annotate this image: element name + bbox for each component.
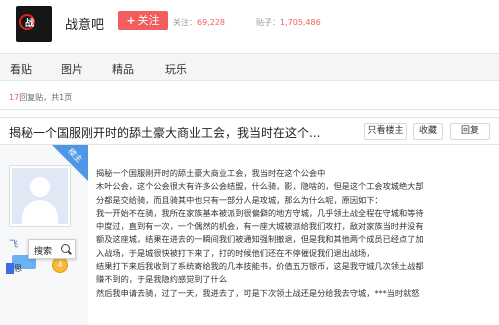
forum-nav: 看贴 图片 精品 玩乐 <box>0 53 499 81</box>
search-popup[interactable]: 搜索 <box>28 239 76 259</box>
divider <box>0 109 499 110</box>
followers-stat: 关注：69,228 <box>173 17 225 28</box>
author-badge: 楼主 <box>52 145 88 181</box>
post-line: 额及这座城，结果在进去的一瞬间我们被通知强制撤退，但是我和其他两个成员已经点了加 <box>96 234 424 245</box>
reply-count-text: 回复贴，共1页 <box>19 93 73 102</box>
post-line: 然后我申请去骑，过了一天，我进去了，可是下次领土战还是分给我去守城，***当时就… <box>96 287 420 298</box>
nav-item-posts[interactable]: 看贴 <box>10 61 32 77</box>
collect-button[interactable]: 收藏 <box>413 123 443 140</box>
post-content: 揭秘一个国服刚开时的舔土豪大商业工会，我当时在这个公会中 木叶公会，这个公会很大… <box>96 167 496 300</box>
page: 战 战意吧 + 关注 关注：69,228 贴子：1,705,486 看贴 图片 精… <box>0 0 499 325</box>
plus-icon: + <box>126 14 136 27</box>
post-line: 结果打下来后我收到了系统寄给我的几本技能书，价值五万银币，这是我守城几次领土战都 <box>96 261 424 272</box>
post-line: 揭秘一个国服刚开时的舔土豪大商业工会，我当时在这个公会中 <box>96 168 326 178</box>
nav-item-images[interactable]: 图片 <box>61 61 83 77</box>
post-title-bar: 揭秘一个国服刚开时的舔土豪大商业工会，我当时在这个... 只看楼主 收藏 回复 <box>0 117 499 145</box>
follow-button[interactable]: + 关注 <box>118 11 168 30</box>
forum-name[interactable]: 战意吧 <box>65 14 104 33</box>
post-title: 揭秘一个国服刚开时的舔土豪大商业工会，我当时在这个... <box>9 126 321 140</box>
followers-value: 69,228 <box>197 18 225 27</box>
selected-text: 思 <box>14 264 22 273</box>
avatar-head <box>30 177 50 197</box>
follow-label: 关注 <box>137 14 160 27</box>
only-author-button[interactable]: 只看楼主 <box>364 123 407 140</box>
search-popup-label: 搜索 <box>34 247 53 257</box>
level-badge: 4 <box>52 257 68 273</box>
post-line: 入战场，于是城很快被打下来了，打的时候他们还在不停催促我们退出战场， <box>96 247 375 258</box>
post-line: 木叶公会，这个公会很大有许多公会结盟，什么骑，影，隐啥的，但是这个工会攻城绝大部 <box>96 181 424 192</box>
author-panel: 楼主 飞 4 思 搜索 <box>0 145 88 325</box>
posts-value: 1,705,486 <box>280 18 321 27</box>
search-icon <box>61 244 70 253</box>
reply-count: 17回复贴，共1页 <box>9 92 72 103</box>
nav-item-featured[interactable]: 精品 <box>112 61 134 77</box>
post-line: 分都是交给骑，而且骑其中也只有一部分人是攻城，那么为什么呢，原因如下： <box>96 194 383 205</box>
post-line: 我一开始不在骑，我所在家族基本被派到很偏僻的地方守城，几乎领土战全程在守城和等待 <box>96 207 424 218</box>
forum-header: 战 战意吧 + 关注 关注：69,228 贴子：1,705,486 <box>0 0 499 50</box>
text-selection-highlight <box>6 263 14 274</box>
reply-button[interactable]: 回复 <box>450 123 490 140</box>
reply-count-number: 17 <box>9 93 20 102</box>
logo-text: 战 <box>25 19 34 29</box>
posts-label: 贴子： <box>256 18 280 27</box>
forum-logo[interactable]: 战 <box>16 6 52 42</box>
post-line: 中度过，直到有一次，一个偶然的机会，有一座大城被派给我们攻打，敌对家族当时并没有 <box>96 221 424 232</box>
user-name[interactable]: 飞 <box>9 237 18 250</box>
post: 楼主 飞 4 思 搜索 揭秘一个国服刚开时的舔土豪大商业工会，我当时在这个公会中… <box>0 145 499 325</box>
avatar-body <box>22 200 58 224</box>
post-line: 赚不到的，于是我隐约感觉到了什么 <box>96 274 228 285</box>
nav-item-fun[interactable]: 玩乐 <box>165 61 187 77</box>
followers-label: 关注： <box>173 18 197 27</box>
posts-stat: 贴子：1,705,486 <box>256 17 321 28</box>
